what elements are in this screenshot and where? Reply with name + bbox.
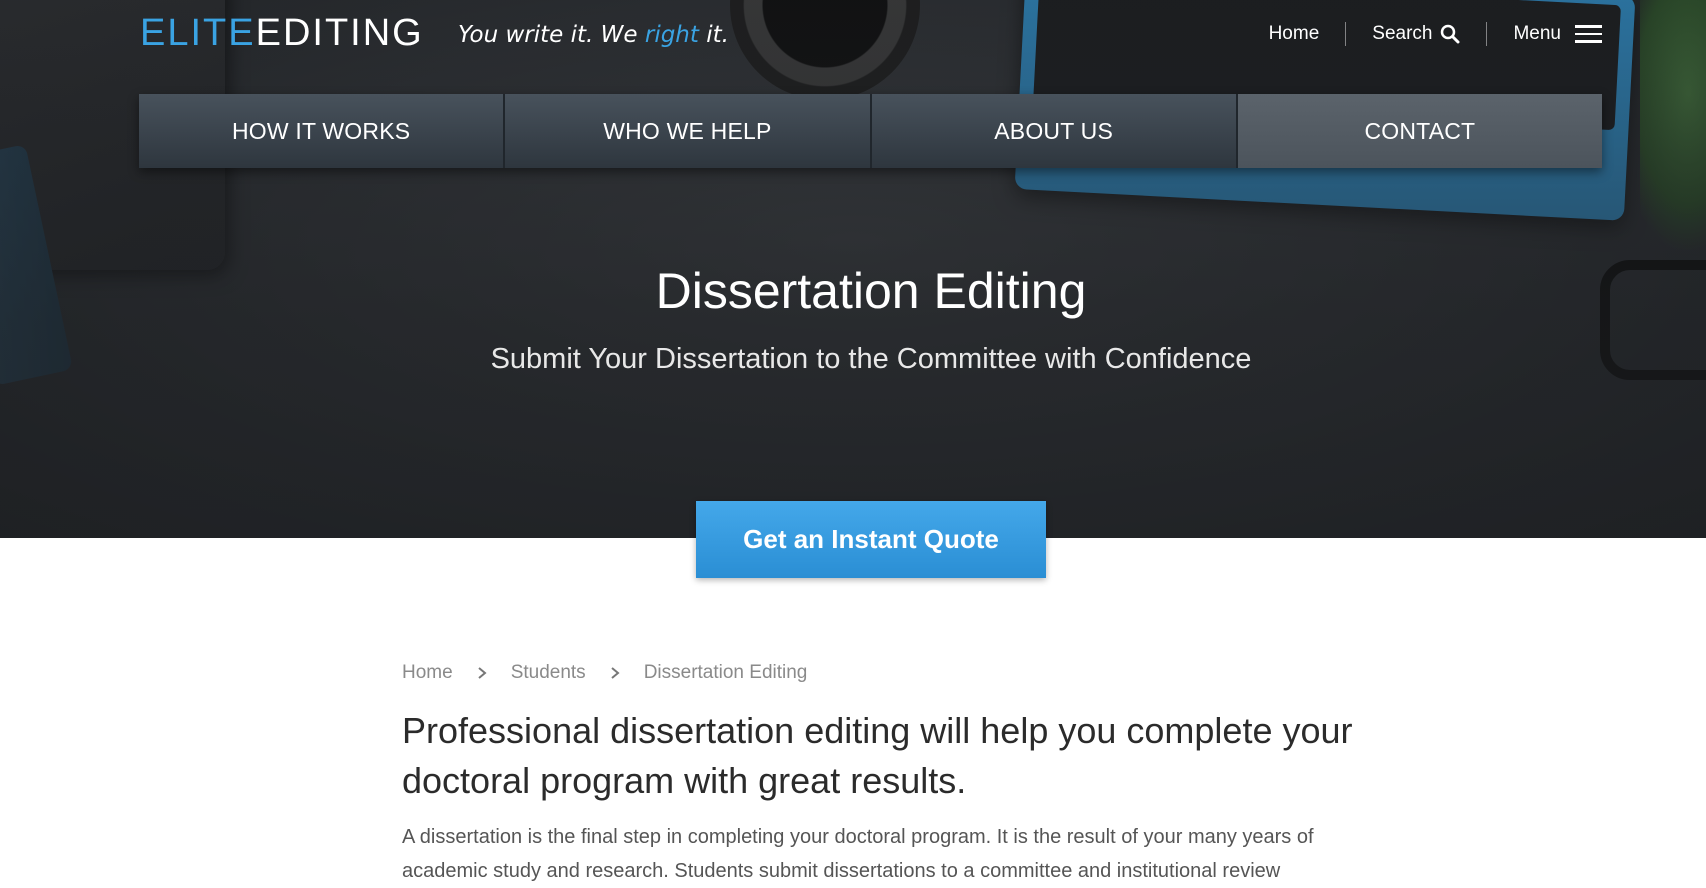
top-search-link[interactable]: Search: [1372, 23, 1460, 45]
top-links: Home Search Menu: [1269, 22, 1602, 46]
tagline-pre: You write it. We: [458, 22, 645, 48]
main-nav: HOW IT WORKS WHO WE HELP ABOUT US CONTAC…: [139, 94, 1602, 168]
content-heading: Professional dissertation editing will h…: [402, 710, 1353, 801]
tagline-accent: right: [644, 22, 699, 48]
menu-label: Menu: [1513, 23, 1561, 44]
logo-editing-text: EDITING: [255, 12, 424, 54]
hamburger-menu-icon: [1575, 25, 1602, 43]
breadcrumb-students[interactable]: Students: [511, 662, 586, 684]
content-paragraph: A dissertation is the final step in comp…: [402, 826, 1314, 882]
logo[interactable]: ELITE EDITING: [140, 12, 424, 54]
hero-banner: ELITE EDITING You write it. We right it.…: [0, 0, 1706, 538]
breadcrumb: Home Students Dissertation Editing: [402, 662, 807, 684]
top-home-link[interactable]: Home: [1269, 23, 1320, 45]
divider: [1486, 22, 1488, 46]
instant-quote-button[interactable]: Get an Instant Quote: [696, 501, 1046, 578]
nav-how-it-works[interactable]: HOW IT WORKS: [139, 94, 506, 168]
breadcrumb-current: Dissertation Editing: [643, 662, 808, 683]
search-icon: [1432, 24, 1460, 44]
divider: [1345, 22, 1347, 46]
breadcrumb-home[interactable]: Home: [402, 662, 453, 684]
nav-who-we-help[interactable]: WHO WE HELP: [505, 94, 872, 168]
page-title: Dissertation Editing: [655, 263, 1087, 319]
page-subtitle: Submit Your Dissertation to the Committe…: [490, 343, 1252, 375]
tagline: You write it. We right it.: [458, 22, 729, 48]
logo-elite-text: ELITE: [140, 12, 256, 54]
nav-contact[interactable]: CONTACT: [1237, 94, 1602, 168]
nav-about-us[interactable]: ABOUT US: [871, 94, 1238, 168]
search-label: Search: [1372, 23, 1433, 44]
chevron-right-icon: [610, 666, 620, 680]
tagline-post: it.: [698, 22, 729, 48]
top-menu-link[interactable]: Menu: [1513, 23, 1602, 45]
chevron-right-icon: [477, 666, 487, 680]
